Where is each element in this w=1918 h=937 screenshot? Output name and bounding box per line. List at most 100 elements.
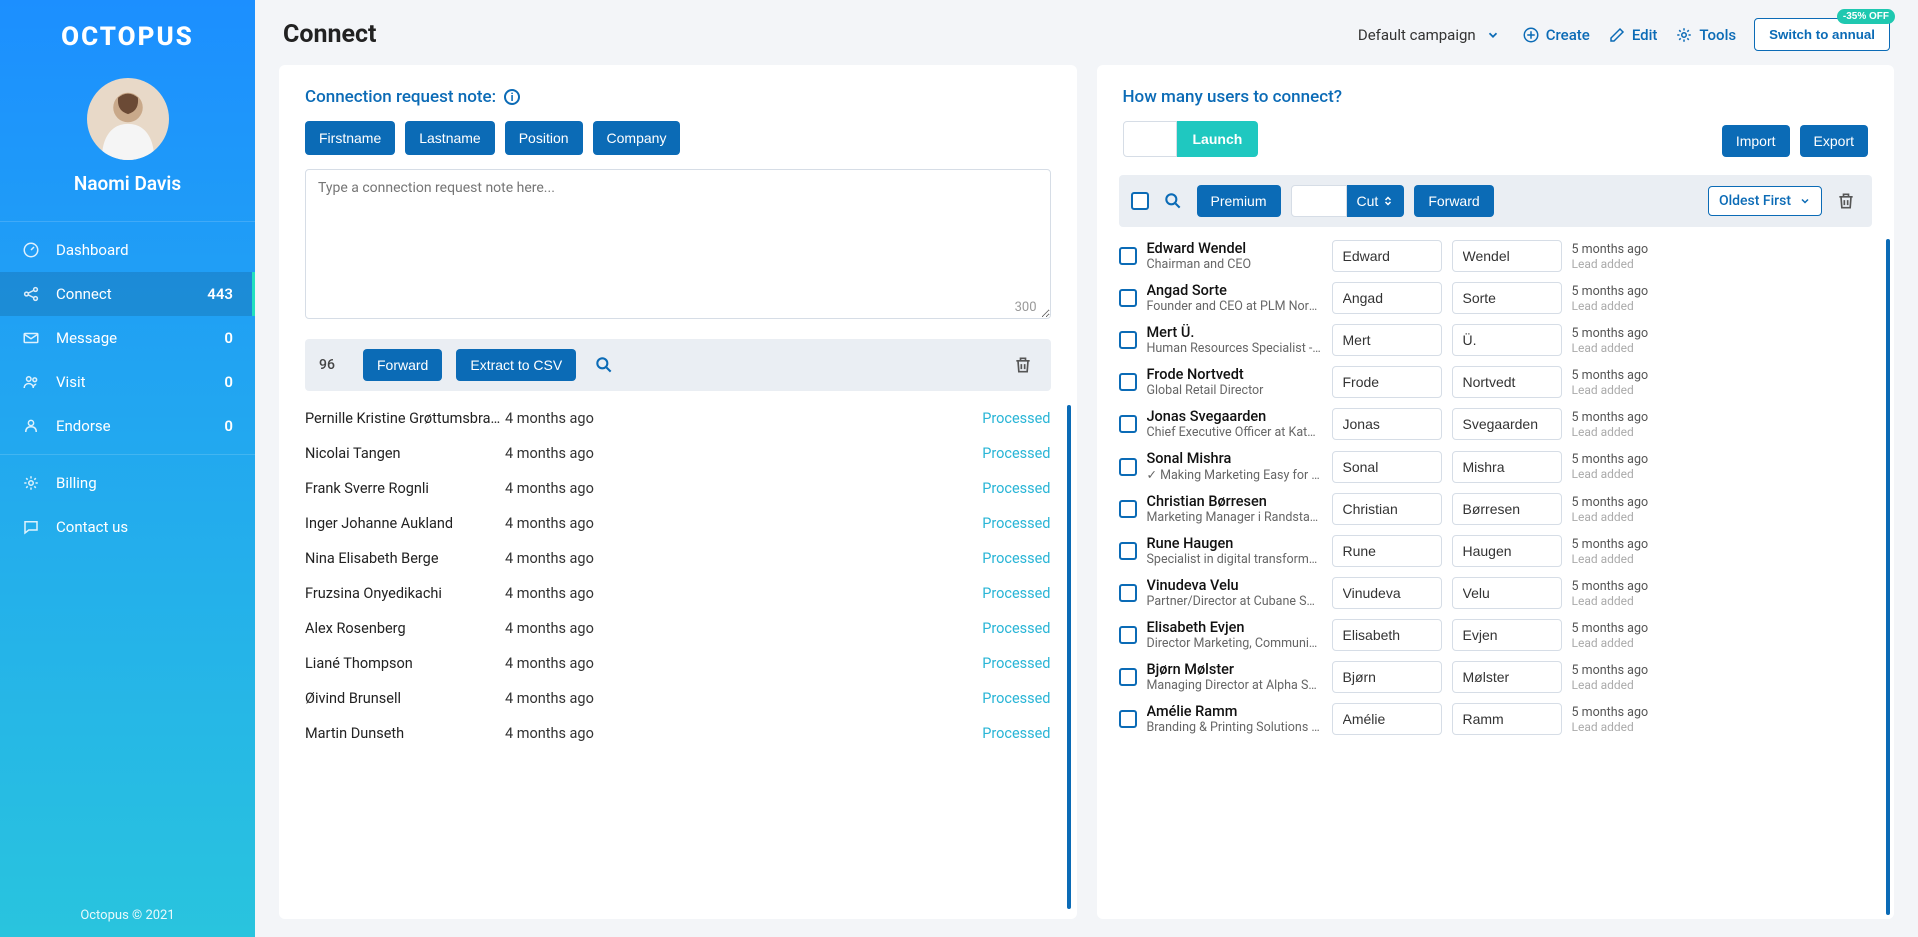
- lead-info[interactable]: Bjørn MølsterManaging Director at Alpha …: [1147, 661, 1322, 693]
- lead-checkbox[interactable]: [1119, 500, 1137, 518]
- lead-checkbox[interactable]: [1119, 584, 1137, 602]
- lead-info[interactable]: Rune HaugenSpecialist in digital transfo…: [1147, 535, 1322, 567]
- nav-visit[interactable]: Visit 0: [0, 360, 255, 404]
- lead-checkbox[interactable]: [1119, 289, 1137, 307]
- processed-row[interactable]: Pernille Kristine Grøttumsbraaten B...4 …: [305, 401, 1051, 436]
- nav-billing[interactable]: Billing: [0, 461, 255, 505]
- lead-checkbox[interactable]: [1119, 247, 1137, 265]
- search-leads-button[interactable]: [1159, 187, 1187, 215]
- token-company-button[interactable]: Company: [593, 121, 681, 155]
- search-button[interactable]: [590, 351, 618, 379]
- lead-firstname-input[interactable]: [1332, 619, 1442, 651]
- lead-checkbox[interactable]: [1119, 415, 1137, 433]
- lead-info[interactable]: Frode NortvedtGlobal Retail Director: [1147, 366, 1322, 398]
- lead-info[interactable]: Amélie RammBranding & Printing Solutions…: [1147, 703, 1322, 735]
- launch-button[interactable]: Launch: [1177, 121, 1259, 157]
- lead-info[interactable]: Christian BørresenMarketing Manager i Ra…: [1147, 493, 1322, 525]
- processed-row[interactable]: Inger Johanne Aukland4 months agoProcess…: [305, 506, 1051, 541]
- select-all-checkbox[interactable]: [1131, 192, 1149, 210]
- processed-row[interactable]: Frank Sverre Rognli4 months agoProcessed: [305, 471, 1051, 506]
- tools-button[interactable]: Tools: [1675, 26, 1736, 44]
- lead-lastname-input[interactable]: [1452, 240, 1562, 272]
- cut-input[interactable]: [1291, 185, 1347, 217]
- lead-lastname-input[interactable]: [1452, 577, 1562, 609]
- lead-firstname-input[interactable]: [1332, 366, 1442, 398]
- lead-firstname-input[interactable]: [1332, 282, 1442, 314]
- lead-lastname-input[interactable]: [1452, 408, 1562, 440]
- forward-leads-button[interactable]: Forward: [1414, 185, 1493, 217]
- premium-filter-button[interactable]: Premium: [1197, 185, 1281, 217]
- processed-row[interactable]: Fruzsina Onyedikachi4 months agoProcesse…: [305, 576, 1051, 611]
- lead-meta: 5 months agoLead added: [1572, 663, 1662, 692]
- nav-connect[interactable]: Connect 443: [0, 272, 255, 316]
- cut-label: Cut: [1357, 193, 1379, 209]
- nav-dashboard[interactable]: Dashboard: [0, 228, 255, 272]
- lead-firstname-input[interactable]: [1332, 240, 1442, 272]
- cut-button[interactable]: Cut: [1347, 185, 1405, 217]
- processed-row[interactable]: Nina Elisabeth Berge4 months agoProcesse…: [305, 541, 1051, 576]
- processed-row[interactable]: Øivind Brunsell4 months agoProcessed: [305, 681, 1051, 716]
- nav-contact[interactable]: Contact us: [0, 505, 255, 549]
- create-button[interactable]: Create: [1522, 26, 1590, 44]
- lead-lastname-input[interactable]: [1452, 451, 1562, 483]
- processed-row[interactable]: Alex Rosenberg4 months agoProcessed: [305, 611, 1051, 646]
- nav-endorse[interactable]: Endorse 0: [0, 404, 255, 448]
- lead-firstname-input[interactable]: [1332, 577, 1442, 609]
- lead-checkbox[interactable]: [1119, 331, 1137, 349]
- export-button[interactable]: Export: [1800, 125, 1868, 157]
- lead-lastname-input[interactable]: [1452, 619, 1562, 651]
- lead-row: Vinudeva VeluPartner/Director at Cubane …: [1119, 572, 1873, 614]
- processed-list[interactable]: Pernille Kristine Grøttumsbraaten B...4 …: [279, 395, 1077, 919]
- lead-title: Chief Executive Officer at Katapult...: [1147, 425, 1322, 440]
- connect-count-input[interactable]: [1123, 121, 1177, 157]
- lead-info[interactable]: Vinudeva VeluPartner/Director at Cubane …: [1147, 577, 1322, 609]
- lead-lastname-input[interactable]: [1452, 703, 1562, 735]
- lead-firstname-input[interactable]: [1332, 703, 1442, 735]
- lead-lastname-input[interactable]: [1452, 324, 1562, 356]
- lead-firstname-input[interactable]: [1332, 535, 1442, 567]
- lead-lastname-input[interactable]: [1452, 535, 1562, 567]
- lead-info[interactable]: Angad SorteFounder and CEO at PLM Nordic…: [1147, 282, 1322, 314]
- delete-leads-button[interactable]: [1832, 187, 1860, 215]
- lead-checkbox[interactable]: [1119, 668, 1137, 686]
- delete-button[interactable]: [1009, 351, 1037, 379]
- lead-checkbox[interactable]: [1119, 458, 1137, 476]
- token-position-button[interactable]: Position: [505, 121, 583, 155]
- lead-checkbox[interactable]: [1119, 373, 1137, 391]
- lead-info[interactable]: Mert Ü.Human Resources Specialist - Eag.…: [1147, 324, 1322, 356]
- switch-annual-button[interactable]: Switch to annual -35% OFF: [1754, 18, 1890, 51]
- lead-lastname-input[interactable]: [1452, 661, 1562, 693]
- edit-button[interactable]: Edit: [1608, 26, 1658, 44]
- processed-row[interactable]: Liané Thompson4 months agoProcessed: [305, 646, 1051, 681]
- lead-firstname-input[interactable]: [1332, 661, 1442, 693]
- lead-lastname-input[interactable]: [1452, 366, 1562, 398]
- nav-message[interactable]: Message 0: [0, 316, 255, 360]
- sort-select[interactable]: Oldest First: [1708, 186, 1822, 216]
- lead-firstname-input[interactable]: [1332, 451, 1442, 483]
- lead-row: Christian BørresenMarketing Manager i Ra…: [1119, 488, 1873, 530]
- campaign-select[interactable]: Default campaign: [1354, 20, 1504, 50]
- extract-csv-button[interactable]: Extract to CSV: [456, 349, 576, 381]
- processed-row[interactable]: Nicolai Tangen4 months agoProcessed: [305, 436, 1051, 471]
- token-firstname-button[interactable]: Firstname: [305, 121, 395, 155]
- lead-info[interactable]: Sonal Mishra✓ Making Marketing Easy for …: [1147, 450, 1322, 483]
- lead-checkbox[interactable]: [1119, 710, 1137, 728]
- import-button[interactable]: Import: [1722, 125, 1790, 157]
- processed-row[interactable]: Martin Dunseth4 months agoProcessed: [305, 716, 1051, 751]
- lead-time: 5 months ago: [1572, 284, 1662, 299]
- lead-lastname-input[interactable]: [1452, 493, 1562, 525]
- lead-firstname-input[interactable]: [1332, 408, 1442, 440]
- lead-firstname-input[interactable]: [1332, 324, 1442, 356]
- token-lastname-button[interactable]: Lastname: [405, 121, 494, 155]
- info-icon[interactable]: i: [504, 89, 520, 105]
- forward-button[interactable]: Forward: [363, 349, 442, 381]
- note-textarea[interactable]: [305, 169, 1051, 319]
- lead-checkbox[interactable]: [1119, 542, 1137, 560]
- lead-lastname-input[interactable]: [1452, 282, 1562, 314]
- lead-firstname-input[interactable]: [1332, 493, 1442, 525]
- lead-info[interactable]: Edward WendelChairman and CEO: [1147, 240, 1322, 272]
- lead-checkbox[interactable]: [1119, 626, 1137, 644]
- lead-info[interactable]: Jonas SvegaardenChief Executive Officer …: [1147, 408, 1322, 440]
- lead-info[interactable]: Elisabeth EvjenDirector Marketing, Commu…: [1147, 619, 1322, 651]
- lead-list[interactable]: Edward WendelChairman and CEO 5 months ag…: [1097, 235, 1895, 919]
